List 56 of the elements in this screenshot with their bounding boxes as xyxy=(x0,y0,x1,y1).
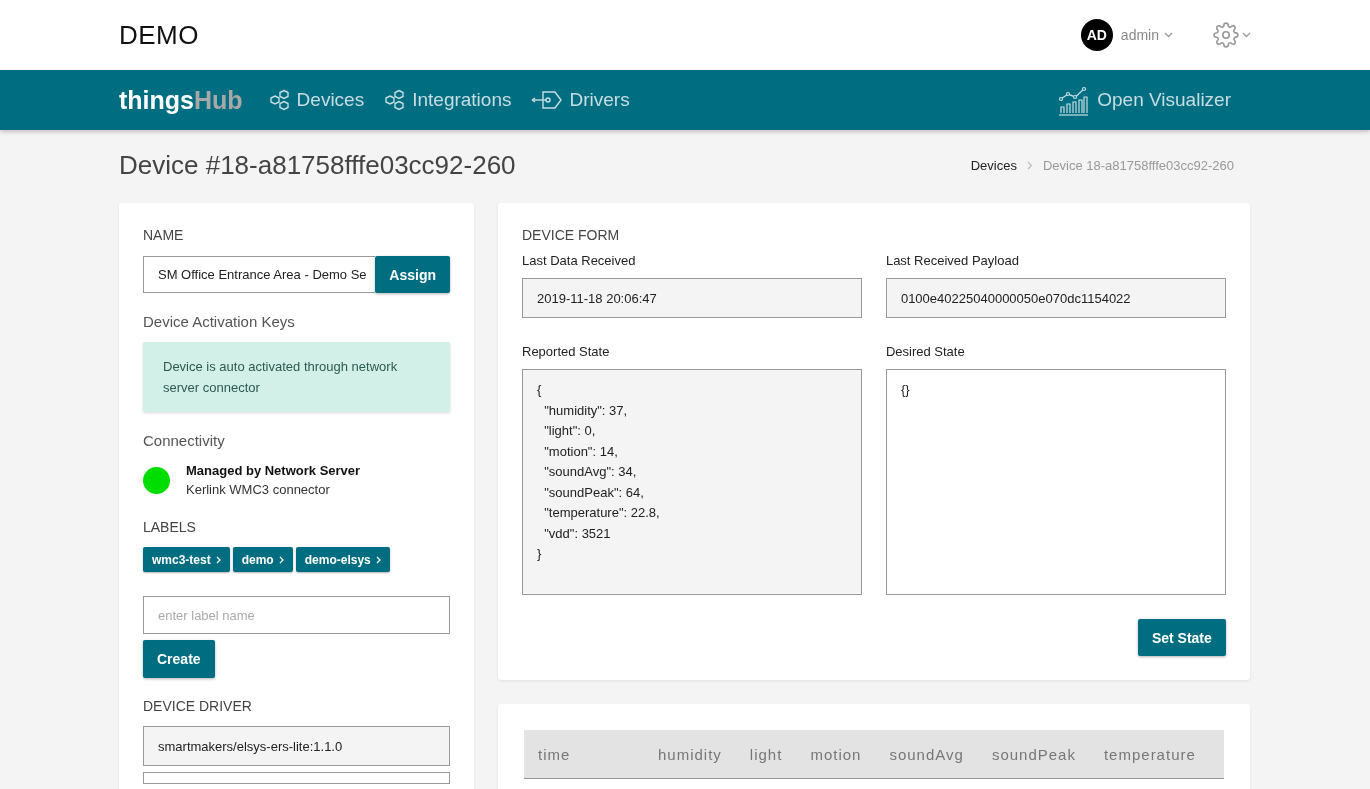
chevron-down-icon xyxy=(1242,32,1251,38)
column-header[interactable]: soundPeak xyxy=(991,745,1076,763)
label-name-input[interactable]: enter label name xyxy=(143,596,450,634)
connectivity-title: Managed by Network Server xyxy=(186,463,361,478)
column-header[interactable]: soundAvg xyxy=(889,745,964,763)
field-label: Last Data Received xyxy=(522,253,637,268)
section-heading: Device Activation Keys xyxy=(143,313,296,330)
set-state-button[interactable]: Set State xyxy=(1137,619,1226,656)
activation-note: Device is auto activated through network server connector xyxy=(143,342,450,412)
column-header[interactable]: light xyxy=(749,745,783,763)
column-header[interactable]: temperature xyxy=(1103,745,1196,763)
nav-link[interactable]: Devices xyxy=(268,89,365,111)
label-tag[interactable]: wmc3-test xyxy=(143,547,230,572)
section-heading: DEVICE FORM xyxy=(522,227,621,243)
chevron-right-icon xyxy=(375,555,381,564)
chart-icon xyxy=(1057,84,1090,116)
user-menu[interactable]: admin xyxy=(1120,27,1173,43)
label-tag[interactable]: demo xyxy=(232,547,293,572)
name-field[interactable]: SM Office Entrance Area - Demo Se xyxy=(143,256,376,293)
brand-title: DEMO xyxy=(119,19,199,51)
input-field[interactable] xyxy=(143,772,450,784)
chevron-right-icon xyxy=(278,555,284,564)
nav-link[interactable]: Integrations xyxy=(384,89,512,111)
hexagons-icon xyxy=(384,89,407,111)
user-avatar[interactable]: AD xyxy=(1080,19,1113,51)
section-heading: LABELS xyxy=(143,519,197,535)
column-header[interactable]: time xyxy=(538,745,630,763)
section-heading: NAME xyxy=(143,227,185,243)
create-button[interactable]: Create xyxy=(143,640,215,678)
chevron-down-icon xyxy=(1164,32,1173,38)
connectivity-subtitle: Kerlink WMC3 connector xyxy=(186,482,331,497)
driver-field[interactable]: smartmakers/elsys-ers-lite:1.1.0 xyxy=(143,726,450,766)
section-heading: Connectivity xyxy=(143,432,226,449)
chevron-right-icon xyxy=(215,555,221,564)
nav-link[interactable]: Drivers xyxy=(531,89,630,111)
plug-icon xyxy=(531,89,564,111)
app-logo[interactable]: thingsHub xyxy=(119,85,243,115)
section-heading: DEVICE DRIVER xyxy=(143,698,253,714)
label-tag[interactable]: demo-elsys xyxy=(295,547,390,572)
field-label: Last Received Payload xyxy=(885,253,1020,268)
breadcrumb-link[interactable]: Devices xyxy=(970,158,1017,173)
settings-menu[interactable] xyxy=(1213,22,1251,48)
reported-state-field[interactable]: { "humidity": 37, "light": 0, "motion": 14, "soundAvg": 34, "soundPeak": 64, "temperature": 22.8, "vdd": 3521 } xyxy=(522,369,862,595)
field-label: Desired State xyxy=(885,344,966,359)
chevron-right-icon xyxy=(1026,161,1033,170)
assign-button[interactable]: Assign xyxy=(375,256,450,293)
field-label: Reported State xyxy=(522,344,611,359)
payload-field[interactable]: 0100e40225040000050e070dc1154022 xyxy=(885,278,1226,318)
breadcrumb-current: Device 18-a81758fffe03cc92-260 xyxy=(1042,158,1234,173)
open-visualizer-link[interactable]: Open Visualizer xyxy=(1057,84,1231,116)
column-header[interactable]: motion xyxy=(810,745,862,763)
last-data-field[interactable]: 2019-11-18 20:06:47 xyxy=(522,278,862,318)
column-header[interactable]: humidity xyxy=(658,745,722,763)
hexagons-icon xyxy=(268,89,291,111)
page-title: Device #18-a81758fffe03cc92-260 xyxy=(119,150,516,181)
desired-state-field[interactable]: {} xyxy=(885,369,1226,595)
